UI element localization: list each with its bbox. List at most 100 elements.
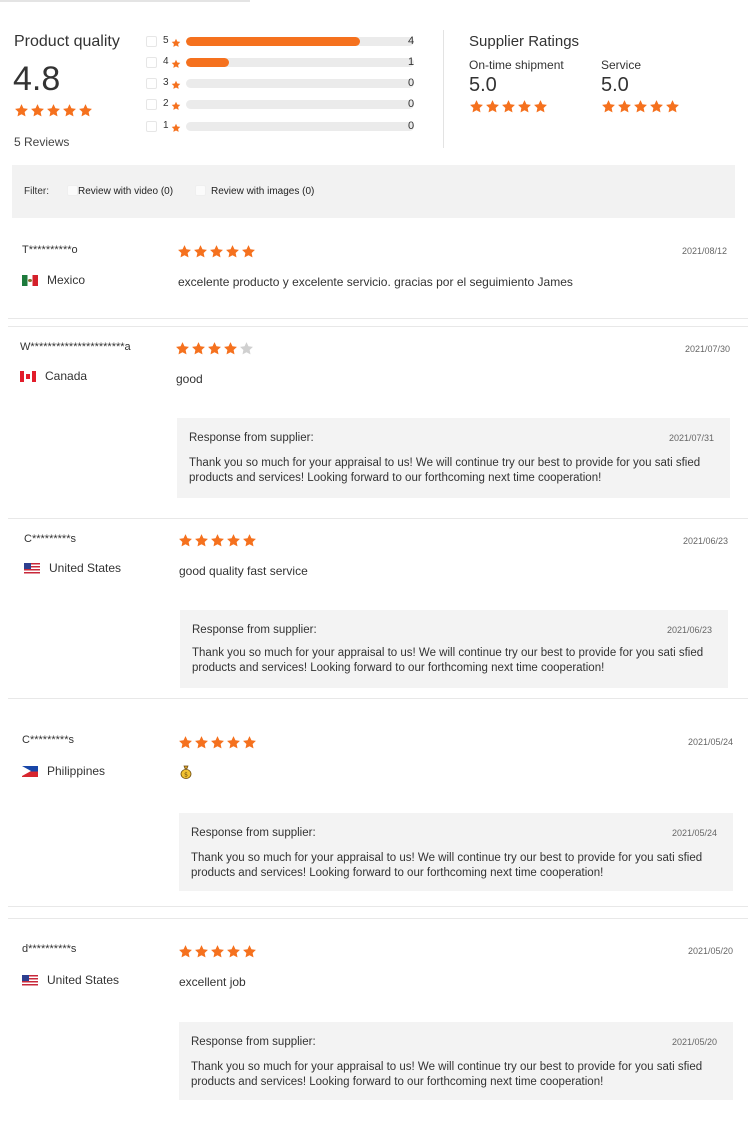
review-card: C*********s Philippines 2021/05/24 $ Res…	[0, 718, 750, 908]
country-name: United States	[47, 973, 120, 987]
star-filled-icon	[210, 533, 225, 553]
review-divider	[8, 906, 748, 907]
star-filled-icon	[533, 99, 548, 119]
canada-flag-icon	[20, 370, 36, 382]
star-filled-icon	[178, 944, 193, 964]
review-date: 2021/07/30	[684, 344, 730, 354]
star-filled-icon	[194, 533, 209, 553]
review-text: good quality fast service	[179, 564, 308, 578]
review-card: d**********s United States 2021/05/20 ex…	[0, 918, 750, 1126]
rating-label: On-time shipment	[469, 58, 564, 72]
star-filled-icon	[225, 244, 240, 264]
distribution-row-5[interactable]: 5 4	[146, 33, 421, 51]
distribution-checkbox[interactable]	[146, 99, 157, 110]
distribution-count: 4	[408, 35, 415, 47]
service-rating: Service 5.0	[601, 58, 680, 119]
star-filled-icon	[177, 244, 192, 264]
reviewer-country: Canada	[20, 369, 87, 383]
response-date: 2021/06/23	[666, 625, 712, 635]
review-divider	[8, 318, 748, 319]
distribution-bar	[186, 122, 414, 131]
images-filter-checkbox[interactable]	[195, 185, 206, 196]
rating-stars	[469, 99, 564, 119]
reviews-count: 5 Reviews	[14, 135, 70, 149]
united-states-flag-icon	[22, 974, 38, 986]
response-text: Thank you so much for your appraisal to …	[189, 457, 701, 484]
reviewer-name: W**********************a	[20, 341, 131, 353]
review-stars	[178, 944, 257, 964]
supplier-response: Response from supplier: 2021/06/23 Thank…	[180, 610, 728, 688]
filter-label: Filter:	[24, 186, 49, 197]
review-date: 2021/05/20	[687, 946, 733, 956]
summary-divider	[443, 30, 444, 148]
response-text: Thank you so much for your appraisal to …	[191, 1061, 703, 1088]
response-date: 2021/05/20	[671, 1037, 717, 1047]
reviewer-name: C*********s	[24, 533, 76, 545]
response-text: Thank you so much for your appraisal to …	[191, 852, 703, 879]
video-filter-checkbox[interactable]	[67, 185, 78, 196]
review-divider	[8, 698, 748, 699]
country-name: Canada	[45, 369, 88, 383]
filter-review-with-video[interactable]: Review with video (0)	[78, 186, 173, 197]
star-filled-icon	[30, 103, 45, 123]
reviewer-country: Mexico	[22, 273, 85, 287]
star-filled-icon	[210, 944, 225, 964]
distribution-row-4[interactable]: 4 1	[146, 54, 421, 72]
review-text: excellent job	[179, 975, 246, 989]
reviewer-country: Philippines	[22, 764, 105, 778]
review-card: W**********************a Canada 2021/07/…	[0, 326, 750, 518]
distribution-bar	[186, 79, 414, 88]
star-filled-icon	[242, 735, 257, 755]
review-card: T**********o Mexico 2021/08/12 excelente…	[0, 218, 750, 318]
review-date: 2021/06/23	[682, 536, 728, 546]
product-quality-title: Product quality	[14, 33, 120, 50]
supplier-response: Response from supplier: 2021/05/24 Thank…	[179, 813, 733, 891]
distribution-checkbox[interactable]	[146, 57, 157, 68]
distribution-checkbox[interactable]	[146, 121, 157, 132]
distribution-count: 0	[408, 77, 415, 89]
philippines-flag-icon	[22, 765, 38, 777]
rating-stars	[601, 99, 680, 119]
review-card: C*********s United States 2021/06/23 goo…	[0, 518, 750, 698]
star-filled-icon	[223, 341, 238, 361]
star-filled-icon	[665, 99, 680, 119]
country-name: United States	[49, 561, 122, 575]
product-quality-score: 4.8	[13, 60, 61, 98]
distribution-star-label: 3	[163, 77, 169, 88]
filter-bar: Filter: Review with video (0) Review wit…	[12, 165, 735, 218]
product-quality-stars	[14, 103, 93, 123]
star-icon	[171, 98, 181, 116]
star-icon	[171, 120, 181, 138]
star-filled-icon	[485, 99, 500, 119]
star-filled-icon	[178, 533, 193, 553]
star-filled-icon	[601, 99, 616, 119]
review-stars	[178, 533, 257, 553]
distribution-checkbox[interactable]	[146, 78, 157, 89]
star-filled-icon	[78, 103, 93, 123]
review-stars	[177, 244, 256, 264]
distribution-count: 0	[408, 98, 415, 110]
distribution-bar	[186, 37, 414, 46]
distribution-row-1[interactable]: 1 0	[146, 118, 421, 136]
response-text: Thank you so much for your appraisal to …	[192, 647, 704, 674]
star-icon	[171, 56, 181, 74]
mexico-flag-icon	[22, 274, 38, 286]
star-filled-icon	[178, 735, 193, 755]
star-filled-icon	[226, 944, 241, 964]
svg-text:$: $	[184, 771, 188, 778]
united-states-flag-icon	[24, 562, 40, 574]
star-filled-icon	[242, 533, 257, 553]
distribution-checkbox[interactable]	[146, 36, 157, 47]
reviewer-name: T**********o	[22, 244, 78, 256]
distribution-row-3[interactable]: 3 0	[146, 75, 421, 93]
distribution-row-2[interactable]: 2 0	[146, 96, 421, 114]
distribution-star-label: 2	[163, 98, 169, 109]
money-bag-icon: $	[180, 765, 192, 779]
response-date: 2021/05/24	[671, 828, 717, 838]
distribution-bar	[186, 100, 414, 109]
review-date: 2021/05/24	[687, 737, 733, 747]
star-filled-icon	[210, 735, 225, 755]
distribution-bar-fill	[186, 58, 230, 67]
filter-review-with-images[interactable]: Review with images (0)	[211, 186, 314, 197]
distribution-star-label: 5	[163, 35, 169, 46]
